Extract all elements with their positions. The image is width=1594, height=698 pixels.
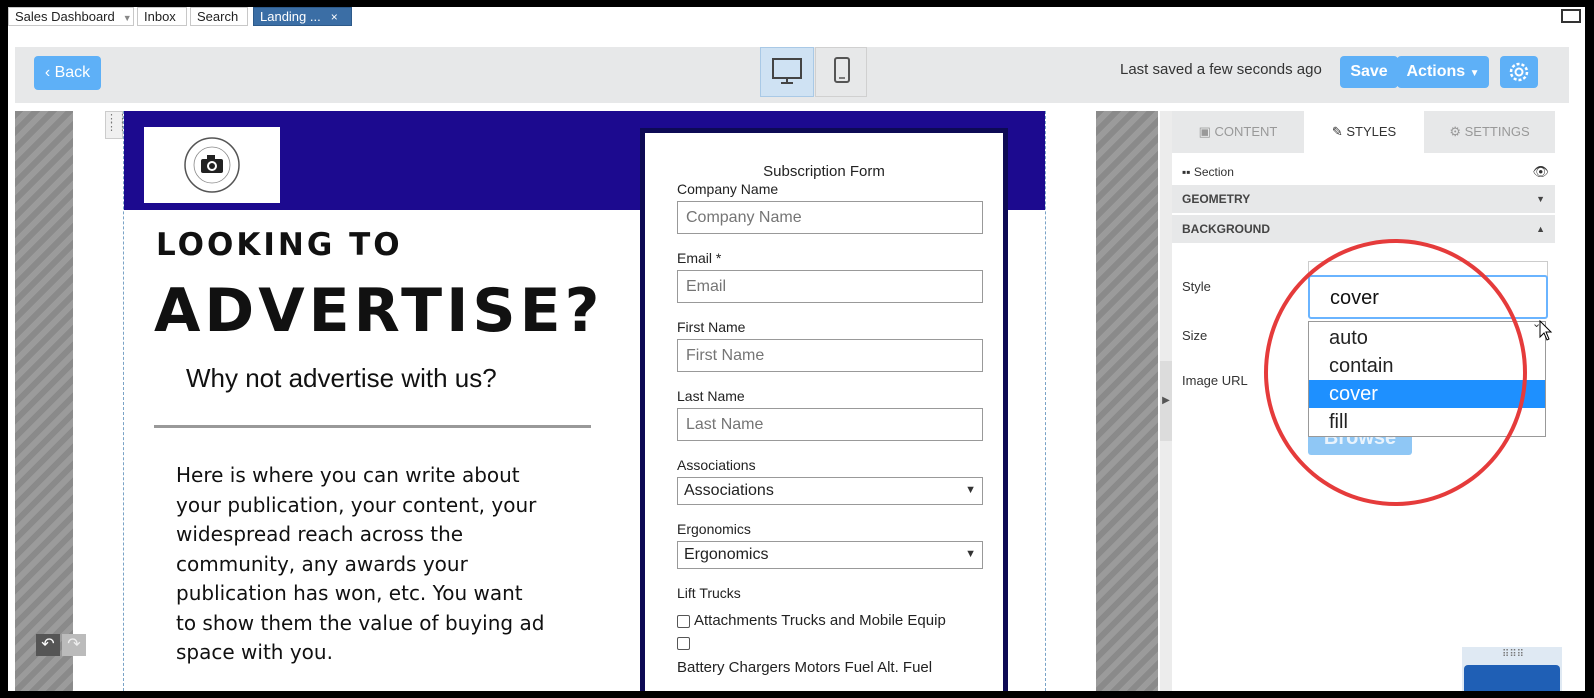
size-label: Size bbox=[1182, 328, 1208, 343]
tab-search[interactable]: Search bbox=[190, 7, 248, 26]
company-name-label: Company Name bbox=[677, 181, 779, 197]
tab-inbox[interactable]: Inbox bbox=[137, 7, 187, 26]
back-label: Back bbox=[54, 64, 91, 81]
checkbox-attachments-label: Attachments Trucks and Mobile Equip bbox=[694, 612, 946, 629]
tab-label: Inbox bbox=[144, 9, 176, 24]
drag-dots-icon: ⠿⠿⠿ bbox=[1502, 649, 1524, 660]
editor-toolbar: ‹ Back Last saved a few seconds ago Save… bbox=[15, 47, 1569, 103]
grid-icon: ▪▪ bbox=[1182, 165, 1194, 179]
caret-right-icon[interactable]: ▶ bbox=[1160, 361, 1172, 441]
lift-trucks-label: Lift Trucks bbox=[677, 585, 741, 601]
tab-bar: Sales Dashboard ▼ Inbox Search Landing ..… bbox=[8, 7, 1585, 27]
back-button[interactable]: ‹ Back bbox=[34, 56, 101, 90]
ergonomics-select[interactable]: Ergonomics ▼ bbox=[677, 541, 983, 569]
eye-icon[interactable]: 👁 bbox=[1532, 159, 1549, 185]
tab-label: SETTINGS bbox=[1464, 124, 1530, 139]
associations-value: Associations bbox=[684, 482, 774, 499]
tab-settings[interactable]: ⚙ SETTINGS bbox=[1424, 111, 1555, 153]
style-label: Style bbox=[1182, 279, 1211, 294]
section-row: ▪▪ Section 👁 bbox=[1172, 159, 1555, 185]
background-accordion[interactable]: BACKGROUND ▲ bbox=[1172, 215, 1555, 244]
window-menu-icon[interactable] bbox=[1561, 9, 1581, 23]
subheadline: Why not advertise with us? bbox=[186, 363, 497, 393]
form-body: Subscription Form Company Name Email * F… bbox=[645, 133, 1003, 691]
tab-label: CONTENT bbox=[1214, 124, 1278, 139]
checkbox-attachments[interactable] bbox=[677, 615, 690, 628]
gear-icon: ⚙ bbox=[1449, 124, 1465, 139]
gear-icon bbox=[1509, 62, 1529, 82]
tab-landing[interactable]: Landing ... × bbox=[253, 7, 352, 26]
help-button[interactable] bbox=[1464, 665, 1560, 691]
geometry-accordion[interactable]: GEOMETRY ▼ bbox=[1172, 185, 1555, 214]
desktop-icon bbox=[772, 58, 802, 84]
headline-line-1: LOOKING TO bbox=[156, 227, 403, 263]
last-saved-status: Last saved a few seconds ago bbox=[1120, 61, 1322, 78]
image-url-label: Image URL bbox=[1182, 373, 1248, 388]
email-label: Email * bbox=[677, 250, 722, 266]
associations-select[interactable]: Associations ▼ bbox=[677, 477, 983, 505]
chevron-left-icon: ‹ bbox=[44, 64, 55, 81]
drag-handle[interactable]: ⋮⋮ ⋮⋮ bbox=[105, 111, 128, 139]
subscription-form: Subscription Form Company Name Email * F… bbox=[640, 128, 1008, 691]
panel-tabs: ▣ CONTENT ✎ STYLES ⚙ SETTINGS bbox=[1172, 111, 1555, 153]
panel-collapse-strip[interactable]: ▶ bbox=[1160, 111, 1172, 691]
company-name-input[interactable] bbox=[677, 201, 983, 234]
background-label: BACKGROUND bbox=[1182, 222, 1270, 236]
chevron-down-icon[interactable]: ▼ bbox=[123, 13, 132, 23]
canvas-margin-left bbox=[15, 111, 73, 691]
caret-down-icon: ▼ bbox=[1469, 68, 1480, 79]
ergonomics-value: Ergonomics bbox=[684, 546, 769, 563]
content-icon: ▣ bbox=[1198, 124, 1215, 139]
undo-icon[interactable]: ↶ bbox=[36, 634, 60, 656]
tab-sales-dashboard[interactable]: Sales Dashboard ▼ bbox=[8, 7, 134, 26]
editor-canvas: ⋮⋮ ⋮⋮ LOOKING TO ADVERTISE? Why not adver… bbox=[15, 111, 1165, 691]
redo-icon[interactable]: ↷ bbox=[62, 634, 86, 656]
tab-label: Search bbox=[197, 9, 239, 24]
actions-button[interactable]: Actions ▼ bbox=[1397, 56, 1489, 88]
last-name-label: Last Name bbox=[677, 388, 745, 404]
tab-label: Landing ... bbox=[260, 9, 321, 24]
mouse-cursor-icon bbox=[1539, 320, 1553, 341]
checkbox-battery-label: Battery Chargers Motors Fuel Alt. Fuel bbox=[677, 659, 933, 676]
first-name-input[interactable] bbox=[677, 339, 983, 372]
brush-icon: ✎ bbox=[1331, 124, 1347, 139]
highlight-circle-annotation bbox=[1264, 239, 1527, 506]
caret-down-icon: ▼ bbox=[1536, 194, 1545, 204]
actions-label: Actions bbox=[1406, 63, 1466, 80]
checkbox-battery[interactable] bbox=[677, 637, 690, 650]
associations-label: Associations bbox=[677, 457, 756, 473]
save-button[interactable]: Save bbox=[1340, 56, 1398, 88]
body-paragraph: Here is where you can write about your p… bbox=[176, 463, 545, 664]
tab-content[interactable]: ▣ CONTENT bbox=[1172, 111, 1304, 153]
chevron-down-icon: ▼ bbox=[965, 548, 976, 560]
canvas-margin-right bbox=[1096, 111, 1158, 691]
company-logo bbox=[144, 127, 280, 203]
tab-label: STYLES bbox=[1346, 124, 1397, 139]
divider bbox=[154, 425, 591, 428]
desktop-view-button[interactable] bbox=[760, 47, 814, 97]
help-widget[interactable]: ⠿⠿⠿ bbox=[1462, 647, 1562, 691]
ergonomics-label: Ergonomics bbox=[677, 521, 751, 537]
tab-styles[interactable]: ✎ STYLES bbox=[1304, 111, 1424, 153]
section-label: Section bbox=[1193, 165, 1234, 179]
email-input[interactable] bbox=[677, 270, 983, 303]
app-window: Sales Dashboard ▼ Inbox Search Landing ..… bbox=[8, 7, 1585, 691]
mobile-icon bbox=[834, 57, 850, 83]
first-name-label: First Name bbox=[677, 319, 746, 335]
settings-gear-button[interactable] bbox=[1500, 56, 1538, 88]
form-title: Subscription Form bbox=[763, 163, 885, 180]
mobile-view-button[interactable] bbox=[815, 47, 867, 97]
headline-line-2: ADVERTISE? bbox=[154, 276, 604, 346]
caret-up-icon: ▲ bbox=[1536, 224, 1545, 234]
geometry-label: GEOMETRY bbox=[1182, 192, 1251, 206]
landing-page-section[interactable]: LOOKING TO ADVERTISE? Why not advertise … bbox=[123, 111, 1046, 691]
tab-label: Sales Dashboard bbox=[15, 9, 115, 24]
chevron-down-icon: ▼ bbox=[965, 484, 976, 496]
close-icon[interactable]: × bbox=[331, 10, 338, 24]
last-name-input[interactable] bbox=[677, 408, 983, 441]
